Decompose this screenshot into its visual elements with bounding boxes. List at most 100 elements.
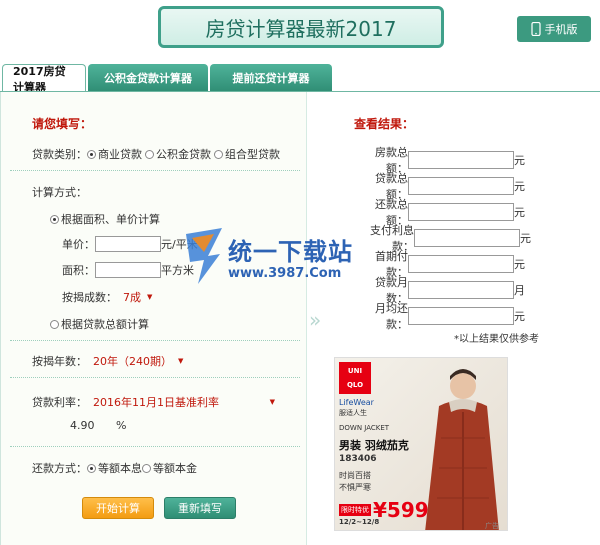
result-unit: 元 bbox=[514, 180, 525, 193]
years-value: 20年（240期） bbox=[93, 355, 172, 368]
result-loan-total[interactable] bbox=[408, 177, 514, 195]
watermark-logo-icon bbox=[186, 228, 222, 284]
ad-dates: 12/2~12/8 bbox=[339, 518, 380, 526]
tab-label: 提前还贷计算器 bbox=[232, 72, 310, 85]
ratio-label: 按揭成数： bbox=[62, 291, 117, 304]
double-chevron-right-icon: » bbox=[309, 308, 322, 332]
years-select[interactable]: 20年（240期） ▼ bbox=[93, 353, 183, 369]
reset-label: 重新填写 bbox=[178, 502, 222, 515]
radio-method-total[interactable] bbox=[50, 319, 59, 329]
mobile-version-label: 手机版 bbox=[544, 23, 578, 36]
ratio-value: 7成 bbox=[123, 291, 141, 304]
loan-type-option: 商业贷款 bbox=[98, 148, 142, 161]
panel-divider bbox=[306, 92, 307, 545]
repay-row: 还款方式： 等额本息 等额本金 bbox=[32, 460, 197, 476]
result-monthly[interactable] bbox=[408, 307, 514, 325]
watermark: 统一下载站 www.3987.Com bbox=[184, 226, 404, 296]
radio-equal-principal[interactable] bbox=[142, 463, 151, 473]
method-total-row: 根据贷款总额计算 bbox=[50, 316, 149, 332]
rate-unit: % bbox=[116, 419, 127, 432]
result-repay-total[interactable] bbox=[408, 203, 514, 221]
area-row: 面积： 平方米 bbox=[62, 262, 194, 278]
ad-tag: 广告 bbox=[485, 522, 499, 530]
page-title: 房贷计算器最新2017 bbox=[158, 6, 444, 48]
reset-button[interactable]: 重新填写 bbox=[164, 497, 236, 519]
loan-type-option: 组合型贷款 bbox=[225, 148, 280, 161]
start-calc-label: 开始计算 bbox=[96, 502, 140, 515]
area-label: 面积： bbox=[62, 264, 95, 277]
unit-price-input[interactable] bbox=[95, 236, 161, 252]
results-heading: 查看结果： bbox=[354, 117, 415, 131]
ad-lifewear-cn: 服适人生 bbox=[339, 409, 367, 417]
dropdown-arrow-icon: ▼ bbox=[269, 398, 275, 406]
ad-slogan: 不惧严寒 bbox=[339, 483, 371, 492]
section-divider bbox=[10, 377, 300, 378]
ad-lifewear: LifeWear bbox=[339, 398, 374, 407]
result-unit: 月 bbox=[514, 284, 525, 297]
advertisement-banner[interactable]: UNI QLO LifeWear 服适人生 DOWN JACKET 男装 羽绒茄克… bbox=[334, 357, 508, 531]
repay-option: 等额本金 bbox=[153, 462, 197, 475]
result-unit: 元 bbox=[520, 232, 531, 245]
years-row: 按揭年数： 20年（240期） ▼ bbox=[32, 353, 183, 369]
result-interest[interactable] bbox=[414, 229, 520, 247]
result-unit: 元 bbox=[514, 258, 525, 271]
radio-commercial-loan[interactable] bbox=[87, 149, 96, 159]
result-down-payment[interactable] bbox=[408, 255, 514, 273]
uniqlo-logo: UNI QLO bbox=[339, 362, 371, 394]
section-divider bbox=[10, 170, 300, 171]
watermark-text: 统一下载站 bbox=[228, 238, 353, 266]
start-calc-button[interactable]: 开始计算 bbox=[82, 497, 154, 519]
rate-value: 2016年11月1日基准利率 bbox=[93, 396, 219, 409]
mobile-version-button[interactable]: 手机版 bbox=[517, 16, 591, 42]
page-title-text: 房贷计算器最新2017 bbox=[205, 16, 397, 41]
results-note: *以上结果仅供参考 bbox=[454, 334, 539, 345]
method-total-label: 根据贷款总额计算 bbox=[61, 318, 149, 331]
method-area-row: 根据面积、单价计算 bbox=[50, 211, 160, 227]
rate-number-input[interactable]: 4.90 bbox=[70, 419, 110, 432]
ad-limit-tag: 限时特优 bbox=[339, 504, 371, 516]
tab-prepay[interactable]: 提前还贷计算器 bbox=[210, 64, 332, 92]
radio-combined-loan[interactable] bbox=[214, 149, 223, 159]
method-area-label: 根据面积、单价计算 bbox=[61, 213, 160, 226]
ratio-row: 按揭成数： 7成 ▼ bbox=[62, 289, 152, 305]
radio-equal-installment[interactable] bbox=[87, 463, 96, 473]
ad-product-cn: 男装 羽绒茄克 bbox=[339, 439, 409, 452]
logo-text-top: UNI bbox=[347, 367, 363, 375]
model-jacket-image bbox=[425, 369, 499, 530]
radio-fund-loan[interactable] bbox=[145, 149, 154, 159]
tab-fund-loan[interactable]: 公积金贷款计算器 bbox=[88, 64, 208, 92]
watermark-url: www.3987.Com bbox=[228, 266, 342, 281]
dropdown-arrow-icon: ▼ bbox=[147, 293, 153, 301]
result-months[interactable] bbox=[408, 281, 514, 299]
loan-type-row: 贷款类别： 商业贷款 公积金贷款 组合型贷款 bbox=[32, 146, 280, 162]
area-input[interactable] bbox=[95, 262, 161, 278]
dropdown-arrow-icon: ▼ bbox=[178, 357, 184, 365]
repay-label: 还款方式： bbox=[32, 462, 87, 475]
ad-slogan: 时尚百搭 bbox=[339, 471, 371, 480]
result-unit: 元 bbox=[514, 154, 525, 167]
tab-house-loan[interactable]: 2017房贷计算器 bbox=[2, 64, 86, 94]
rate-label: 贷款利率： bbox=[32, 396, 87, 409]
phone-icon bbox=[530, 22, 541, 36]
loan-type-option: 公积金贷款 bbox=[156, 148, 211, 161]
result-row: 月均还款： 元 bbox=[356, 300, 525, 332]
years-label: 按揭年数： bbox=[32, 355, 87, 368]
tab-label: 公积金贷款计算器 bbox=[104, 72, 192, 85]
result-unit: 元 bbox=[514, 206, 525, 219]
unit-price-row: 单价： 元/平米 bbox=[62, 236, 198, 252]
section-divider bbox=[10, 446, 300, 447]
result-label: 月均还款： bbox=[375, 302, 408, 331]
ratio-select[interactable]: 7成 ▼ bbox=[123, 289, 152, 305]
rate-number-row: 4.90 % bbox=[70, 419, 126, 432]
ad-code: 183406 bbox=[339, 454, 377, 464]
result-unit: 元 bbox=[514, 310, 525, 323]
rate-row: 贷款利率： 2016年11月1日基准利率 ▼ bbox=[32, 394, 275, 410]
section-divider bbox=[10, 340, 300, 341]
unit-price-label: 单价： bbox=[62, 238, 95, 251]
logo-text-bottom: QLO bbox=[346, 381, 364, 389]
result-total-price[interactable] bbox=[408, 151, 514, 169]
repay-option: 等额本息 bbox=[98, 462, 142, 475]
radio-method-area[interactable] bbox=[50, 214, 59, 224]
rate-select[interactable]: 2016年11月1日基准利率 ▼ bbox=[93, 394, 275, 410]
tab-label: 2017房贷计算器 bbox=[13, 64, 66, 94]
